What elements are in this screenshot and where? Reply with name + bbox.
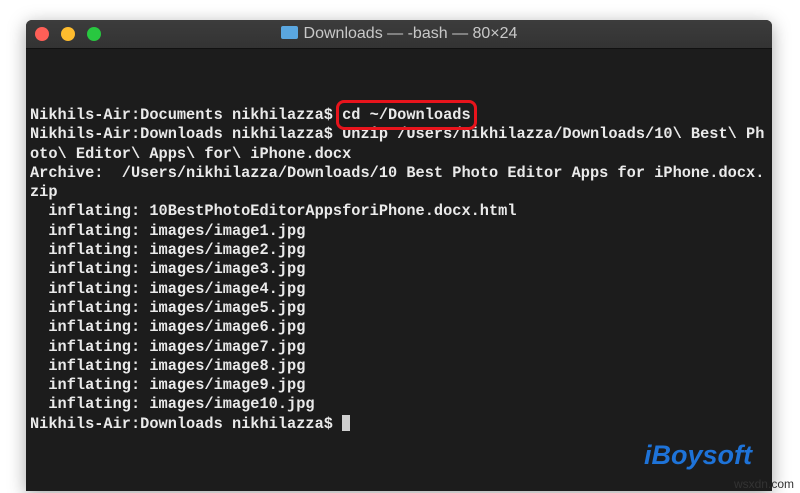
terminal-line: inflating: images/image4.jpg [30, 279, 306, 298]
watermark: wsxdn.com [733, 477, 794, 491]
iboysoft-logo: iBoysoft [644, 440, 752, 470]
terminal-window: Downloads — -bash — 80×24 Nikhils-Air:Do… [26, 20, 772, 491]
highlighted-command: cd ~/Downloads [336, 100, 477, 130]
terminal-line: oto\ Editor\ Apps\ for\ iPhone.docx [30, 144, 352, 163]
window-title: Downloads — -bash — 80×24 [26, 25, 772, 43]
terminal-line: inflating: images/image5.jpg [30, 298, 306, 317]
folder-icon [280, 26, 298, 39]
terminal-line: inflating: 10BestPhotoEditorAppsforiPhon… [30, 202, 517, 221]
terminal-line: inflating: images/image3.jpg [30, 260, 306, 279]
terminal-line: inflating: images/image10.jpg [30, 395, 315, 414]
terminal-line: Nikhils-Air:Downloads nikhilazza$ Unzip … [30, 125, 765, 144]
terminal-output[interactable]: Nikhils-Air:Documents nikhilazza$ cd ~/D… [30, 100, 765, 434]
prompt: Nikhils-Air:Documents nikhilazza$ [30, 106, 343, 124]
terminal-line: Archive: /Users/nikhilazza/Downloads/10 … [30, 163, 765, 182]
terminal-line: Nikhils-Air:Documents nikhilazza$ cd ~/D… [30, 100, 764, 130]
cursor [342, 414, 351, 431]
title-bar: Downloads — -bash — 80×24 [26, 20, 772, 49]
terminal-line: inflating: images/image7.jpg [30, 337, 306, 356]
terminal-line: Nikhils-Air:Downloads nikhilazza$ [30, 414, 764, 434]
terminal-line: inflating: images/image1.jpg [30, 221, 306, 240]
terminal-line: inflating: images/image9.jpg [30, 376, 306, 395]
prompt: Nikhils-Air:Downloads nikhilazza$ [30, 414, 343, 433]
terminal-line: inflating: images/image8.jpg [30, 356, 306, 375]
window-title-text: Downloads — -bash — 80×24 [303, 25, 518, 42]
terminal-line: zip [30, 183, 58, 202]
terminal-line: inflating: images/image2.jpg [30, 241, 306, 260]
terminal-line: inflating: images/image6.jpg [30, 318, 306, 337]
